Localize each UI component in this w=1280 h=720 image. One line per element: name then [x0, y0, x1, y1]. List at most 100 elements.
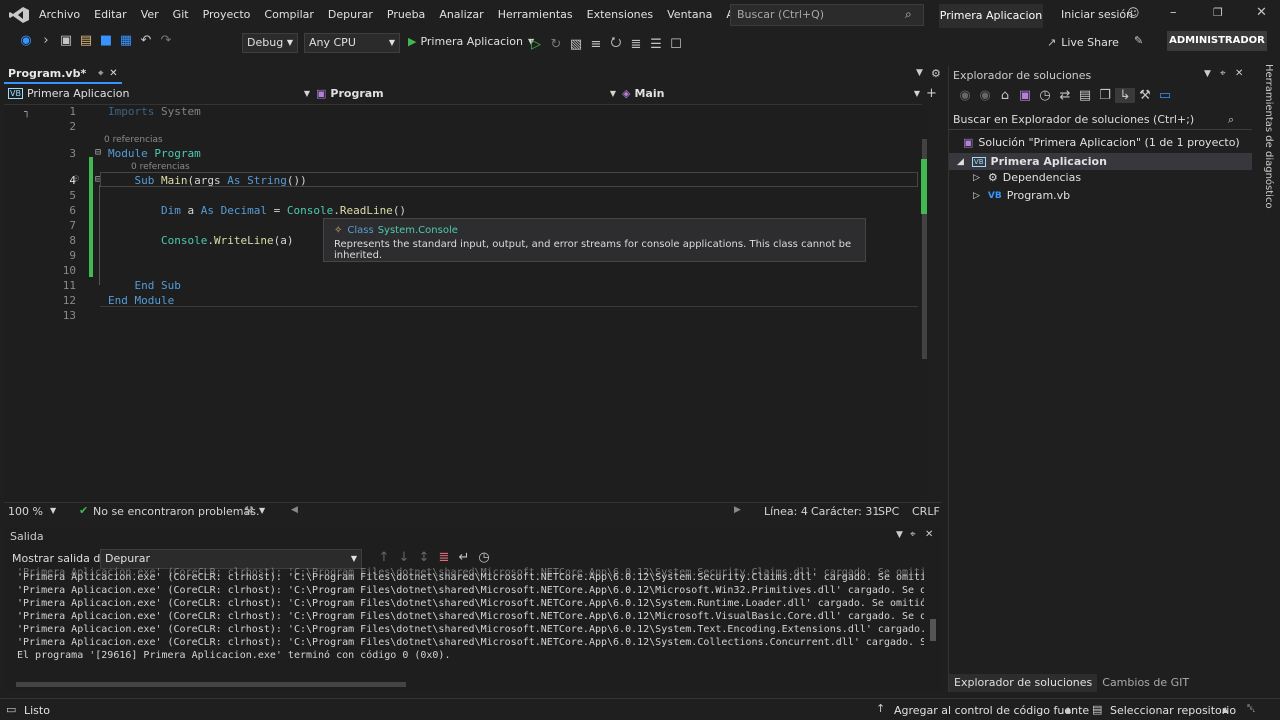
- program-file-node[interactable]: ▷ VB Program.vb: [973, 189, 1070, 202]
- redo-icon[interactable]: ↷: [156, 33, 176, 48]
- hot-reload-icon[interactable]: ↻: [546, 37, 566, 52]
- solution-node[interactable]: ▣ Solución "Primera Aplicacion" (1 de 1 …: [963, 136, 1240, 149]
- back-icon[interactable]: ◉: [955, 88, 975, 103]
- run-button[interactable]: ▶ Primera Aplicacion ▼: [408, 35, 534, 48]
- chevron-down-icon[interactable]: ▼: [259, 506, 265, 515]
- back-icon[interactable]: ◉: [16, 33, 36, 48]
- editor-vertical-scrollbar[interactable]: [920, 109, 928, 499]
- preview-icon[interactable]: ▭: [1155, 88, 1175, 103]
- fold-module-icon[interactable]: ⊟: [95, 147, 101, 158]
- output-vertical-scrollbar[interactable]: [928, 569, 938, 671]
- panel-menu-icon[interactable]: ▼: [1204, 69, 1211, 79]
- menu-prueba[interactable]: Prueba: [380, 0, 432, 30]
- dependencies-node[interactable]: ▷ ⚙ Dependencias: [973, 171, 1081, 184]
- char-indicator[interactable]: Carácter: 31: [811, 505, 879, 518]
- nav-class-select[interactable]: ▣ Program ▼: [316, 87, 616, 100]
- pin-icon[interactable]: ⌖: [98, 66, 103, 82]
- global-search-input[interactable]: Buscar (Ctrl+Q): [730, 4, 924, 26]
- close-window-icon[interactable]: ✕: [1256, 5, 1267, 20]
- forward-icon[interactable]: ◉: [975, 88, 995, 103]
- feedback-icon[interactable]: ✎: [1134, 34, 1143, 47]
- line-ending-indicator[interactable]: CRLF: [912, 505, 940, 518]
- collapse-all-icon[interactable]: ▤: [1075, 88, 1095, 103]
- save-icon[interactable]: ■: [96, 33, 116, 48]
- config-select[interactable]: Debug ▼: [242, 33, 298, 53]
- project-node[interactable]: ◢ VB Primera Aplicacion: [949, 153, 1252, 170]
- restore-icon[interactable]: ❐: [1213, 6, 1223, 19]
- code-editor[interactable]: ┐ 1 2 3 4 5 6 7 8 9 10 11 12 13 ☉ ⊟ ⊟ Im…: [4, 105, 928, 500]
- references-codelens[interactable]: 0 referencias: [104, 135, 163, 145]
- sync-active-document-icon[interactable]: ↳: [1115, 88, 1135, 103]
- start-without-debug-icon[interactable]: ▷: [526, 37, 546, 52]
- browse-icon[interactable]: ▧: [566, 37, 586, 52]
- output-text[interactable]: 'Primera Aplicacion.exe' (CoreCLR: clrho…: [4, 567, 924, 667]
- tab-program-vb[interactable]: Program.vb* ⌖ ✕: [4, 66, 122, 84]
- output-source-select[interactable]: Depurar ▼: [100, 549, 362, 569]
- step-icon[interactable]: ⭮: [606, 33, 626, 55]
- sync-icon[interactable]: ⇄: [1055, 88, 1075, 103]
- signin-link[interactable]: Iniciar sesión: [1061, 8, 1133, 21]
- panel-menu-icon[interactable]: ▼: [896, 530, 903, 540]
- forward-icon[interactable]: ›: [36, 33, 56, 48]
- menu-analizar[interactable]: Analizar: [432, 0, 490, 30]
- clear-all-icon[interactable]: ≣: [434, 550, 454, 565]
- add-source-control[interactable]: Agregar al control de código fuente: [894, 704, 1089, 717]
- menu-ventana[interactable]: Ventana: [660, 0, 719, 30]
- nav-member-select[interactable]: ◈ Main ▼: [622, 87, 920, 100]
- solution-search-input[interactable]: Buscar en Explorador de soluciones (Ctrl…: [949, 110, 1252, 130]
- live-share-button[interactable]: ↗ Live Share: [1047, 36, 1119, 49]
- pin-icon[interactable]: ⌖: [1220, 68, 1226, 79]
- chevron-down-icon[interactable]: ▼: [50, 506, 56, 515]
- new-item-icon[interactable]: ▣: [56, 33, 76, 48]
- uncomment-icon[interactable]: ☰: [646, 37, 666, 52]
- menu-extensiones[interactable]: Extensiones: [580, 0, 661, 30]
- comment-icon[interactable]: ≣: [626, 37, 646, 52]
- undo-icon[interactable]: ↶: [136, 33, 156, 48]
- save-all-icon[interactable]: ▦: [116, 33, 136, 48]
- zoom-level[interactable]: 100 %: [8, 505, 43, 518]
- home-icon[interactable]: ⌂: [995, 88, 1015, 103]
- select-repository[interactable]: Seleccionar repositorio: [1110, 704, 1236, 717]
- word-wrap-icon[interactable]: ↵: [454, 550, 474, 565]
- diagnostic-tools-tab[interactable]: Herramientas de diagnóstico: [1258, 60, 1278, 260]
- menu-herramientas[interactable]: Herramientas: [491, 0, 580, 30]
- code-cleanup-icon[interactable]: ⚒: [244, 504, 254, 517]
- close-panel-icon[interactable]: ✕: [925, 529, 933, 540]
- show-all-files-icon[interactable]: ❐: [1095, 88, 1115, 103]
- menu-depurar[interactable]: Depurar: [321, 0, 380, 30]
- bookmark-icon[interactable]: ☐: [666, 37, 686, 52]
- next-message-icon[interactable]: ↕: [414, 550, 434, 565]
- tab-overflow-icon[interactable]: ▼: [916, 68, 923, 78]
- menu-proyecto[interactable]: Proyecto: [196, 0, 258, 30]
- problems-status[interactable]: No se encontraron problemas.: [93, 505, 259, 518]
- menu-git[interactable]: Git: [166, 0, 196, 30]
- scrollbar-thumb[interactable]: [930, 619, 936, 641]
- whitespace-indicator[interactable]: SPC: [878, 505, 899, 518]
- prev-message-icon[interactable]: ↓: [394, 550, 414, 565]
- menu-ver[interactable]: Ver: [134, 0, 166, 30]
- switch-views-icon[interactable]: ▣: [1015, 88, 1035, 103]
- menu-archivo[interactable]: Archivo: [32, 0, 87, 30]
- references-codelens-main[interactable]: 0 referencias: [131, 162, 190, 172]
- notifications-icon[interactable]: ␇: [1247, 702, 1256, 716]
- properties-icon[interactable]: ⚒: [1135, 88, 1155, 103]
- clock-icon[interactable]: ◷: [474, 550, 494, 565]
- scroll-left-icon[interactable]: ◀: [291, 505, 298, 515]
- scroll-right-icon[interactable]: ▶: [734, 505, 741, 515]
- output-horizontal-scrollbar[interactable]: [16, 682, 406, 687]
- settings-gear-icon[interactable]: ⚙: [931, 67, 941, 80]
- tab-git-changes[interactable]: Cambios de GIT: [1097, 674, 1194, 692]
- split-editor-icon[interactable]: +: [926, 86, 937, 101]
- format-icon[interactable]: ≡: [586, 37, 606, 52]
- pin-icon[interactable]: ⌖: [910, 529, 916, 540]
- imports-fold-icon[interactable]: ┐: [24, 107, 30, 118]
- line-indicator[interactable]: Línea: 4: [764, 505, 808, 518]
- find-message-icon[interactable]: ↑: [374, 550, 394, 565]
- tab-solution-explorer[interactable]: Explorador de soluciones: [949, 674, 1098, 692]
- open-folder-icon[interactable]: ▤: [76, 33, 96, 48]
- nav-project-select[interactable]: VB Primera Aplicacion ▼: [8, 87, 310, 100]
- menu-compilar[interactable]: Compilar: [257, 0, 320, 30]
- menu-editar[interactable]: Editar: [87, 0, 134, 30]
- close-panel-icon[interactable]: ✕: [1235, 68, 1243, 79]
- minimize-icon[interactable]: –: [1170, 5, 1177, 20]
